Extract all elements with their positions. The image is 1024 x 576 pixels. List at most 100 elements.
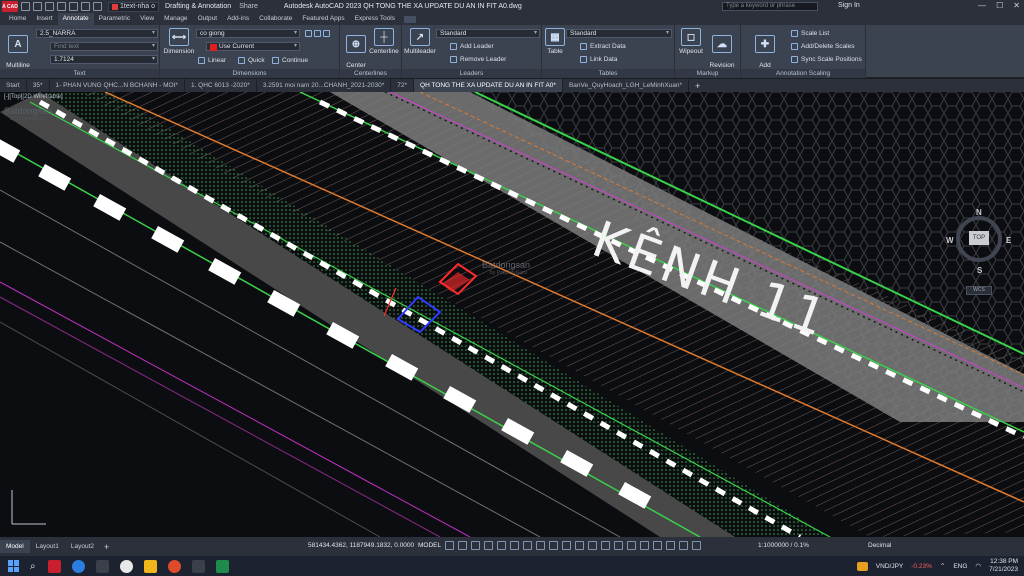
autocad-logo[interactable]: A CAD <box>2 1 18 12</box>
extract-data-button[interactable]: Extract Data <box>580 43 626 50</box>
polar-icon[interactable] <box>484 541 493 550</box>
add-leader-button[interactable]: Add Leader <box>450 43 494 50</box>
maximize-button[interactable]: ☐ <box>996 1 1003 10</box>
new-file-icon[interactable] <box>21 2 30 11</box>
tab-parametric[interactable]: Parametric <box>94 13 135 25</box>
dim-tool-2-icon[interactable] <box>314 30 321 37</box>
tab-annotate[interactable]: Annotate <box>57 13 94 25</box>
selection-cycling-icon[interactable] <box>562 541 571 550</box>
annotation-scaling-panel-title[interactable]: Annotation Scaling <box>741 69 865 78</box>
new-tab-button[interactable]: + <box>695 81 700 91</box>
file-tab[interactable]: 35* <box>27 79 50 92</box>
save-icon[interactable] <box>45 2 54 11</box>
excel-icon[interactable] <box>215 559 229 573</box>
isodraft-icon[interactable] <box>497 541 506 550</box>
file-tab[interactable]: 1- PHAN VUNG QHC...N BCHANH - MOI* <box>50 79 185 92</box>
units-dropdown[interactable]: Decimal <box>868 542 891 549</box>
tab-view[interactable]: View <box>135 13 159 25</box>
lock-ui-icon[interactable] <box>692 541 701 550</box>
text-panel-title[interactable]: Text <box>0 69 159 78</box>
scale-list-button[interactable]: Scale List <box>791 30 829 37</box>
find-text-input[interactable]: Find text <box>50 42 158 51</box>
current-layer-dropdown[interactable]: 1text-nha o <box>108 1 160 12</box>
tab-insert[interactable]: Insert <box>31 13 57 25</box>
file-tab-start[interactable]: Start <box>0 79 27 92</box>
dimensions-panel-title[interactable]: Dimensions <box>160 69 339 78</box>
file-tab[interactable]: 3.2591 moi nam 20...CHANH_2021-2030* <box>257 79 392 92</box>
link-data-button[interactable]: Link Data <box>580 56 617 63</box>
file-explorer-icon[interactable] <box>143 559 157 573</box>
autocad-taskbar-icon[interactable] <box>47 559 61 573</box>
auto-scale-icon[interactable] <box>640 541 649 550</box>
tab-output[interactable]: Output <box>193 13 223 25</box>
gizmo-icon[interactable] <box>614 541 623 550</box>
selection-filter-icon[interactable] <box>601 541 610 550</box>
3d-osnap-icon[interactable] <box>575 541 584 550</box>
currency-pair[interactable]: VND/JPY <box>876 563 903 570</box>
share-button[interactable]: Share <box>239 3 258 10</box>
quick-button[interactable]: Quick <box>238 57 265 64</box>
coordinates-readout[interactable]: 581434.4362, 1187949.1832, 0.0000 <box>308 542 414 549</box>
compass-east[interactable]: E <box>1006 236 1011 245</box>
language-indicator[interactable]: ENG <box>953 563 967 570</box>
search-input[interactable]: Type a keyword or phrase <box>722 2 818 11</box>
dim-layer-dropdown[interactable]: Use Current <box>206 42 300 51</box>
centerlines-panel-title[interactable]: Centerlines <box>340 69 401 78</box>
undo-icon[interactable] <box>81 2 90 11</box>
centerline-button[interactable]: ┼ Centerline <box>368 28 400 55</box>
compass-north[interactable]: N <box>976 208 982 217</box>
object-snap-tracking-icon[interactable] <box>510 541 519 550</box>
minimize-button[interactable]: — <box>978 1 986 10</box>
file-tab[interactable]: BanVe_QuyHoach_LGH_LeMinhXuan* <box>563 79 690 92</box>
sign-in-button[interactable]: Sign In <box>838 2 860 9</box>
windows-start-icon[interactable] <box>8 560 20 572</box>
file-tab[interactable]: 1. QHC 6013 -2020* <box>185 79 257 92</box>
tab-manage[interactable]: Manage <box>159 13 193 25</box>
app-icon[interactable] <box>95 559 109 573</box>
table-button[interactable]: ▦ Table <box>544 28 566 55</box>
compass-south[interactable]: S <box>977 266 982 275</box>
snap-icon[interactable] <box>458 541 467 550</box>
plot-icon[interactable] <box>69 2 78 11</box>
layout-tab-layout1[interactable]: Layout1 <box>30 540 65 553</box>
edge-browser-icon[interactable] <box>71 559 85 573</box>
search-icon[interactable]: ⌕ <box>30 561 36 572</box>
annotation-monitor-icon[interactable] <box>653 541 662 550</box>
app-icon[interactable] <box>191 559 205 573</box>
dim-tool-3-icon[interactable] <box>323 30 330 37</box>
layout-tab-model[interactable]: Model <box>0 540 30 553</box>
remove-leader-button[interactable]: Remove Leader <box>450 56 506 63</box>
tab-featured-apps[interactable]: Featured Apps <box>297 13 349 25</box>
leaders-panel-title[interactable]: Leaders <box>402 69 541 78</box>
chrome-icon[interactable] <box>119 559 133 573</box>
dim-style-dropdown[interactable]: co giong <box>196 29 300 38</box>
transparency-icon[interactable] <box>549 541 558 550</box>
clock[interactable]: 12:38 PM 7/21/2023 <box>989 558 1018 574</box>
open-file-icon[interactable] <box>33 2 42 11</box>
tab-collaborate[interactable]: Collaborate <box>254 13 297 25</box>
object-snap-icon[interactable] <box>523 541 532 550</box>
annotation-scale-dropdown[interactable]: 1:1000000 / 0.1% <box>758 542 809 549</box>
stock-widget-icon[interactable] <box>856 561 868 571</box>
layout-tab-layout2[interactable]: Layout2 <box>65 540 100 553</box>
ribbon-options-icon[interactable] <box>404 15 416 23</box>
add-layout-button[interactable]: + <box>104 542 109 552</box>
tab-home[interactable]: Home <box>4 13 31 25</box>
quick-properties-icon[interactable] <box>679 541 688 550</box>
ortho-icon[interactable] <box>471 541 480 550</box>
tab-express-tools[interactable]: Express Tools <box>350 13 400 25</box>
tab-add-ins[interactable]: Add-ins <box>222 13 254 25</box>
add-delete-scales-button[interactable]: Add/Delete Scales <box>791 43 854 50</box>
wcs-menu[interactable]: WCS <box>966 286 992 295</box>
dimension-button[interactable]: ⟷ Dimension <box>163 28 195 55</box>
redo-icon[interactable] <box>93 2 102 11</box>
file-tab-active[interactable]: QH TONG THE XA UPDATE DU AN IN FIT A0* <box>414 79 563 92</box>
file-tab[interactable]: 72* <box>391 79 415 92</box>
text-height-input[interactable]: 1.7124 <box>50 55 158 64</box>
viewcube[interactable]: N S E W TOP WCS <box>946 206 1012 302</box>
dynamic-ucs-icon[interactable] <box>588 541 597 550</box>
workspace-switcher[interactable]: Drafting & Annotation <box>165 3 231 10</box>
tables-panel-title[interactable]: Tables <box>542 69 674 78</box>
wifi-icon[interactable]: ◠ <box>975 562 981 570</box>
continue-button[interactable]: Continue <box>272 57 308 64</box>
